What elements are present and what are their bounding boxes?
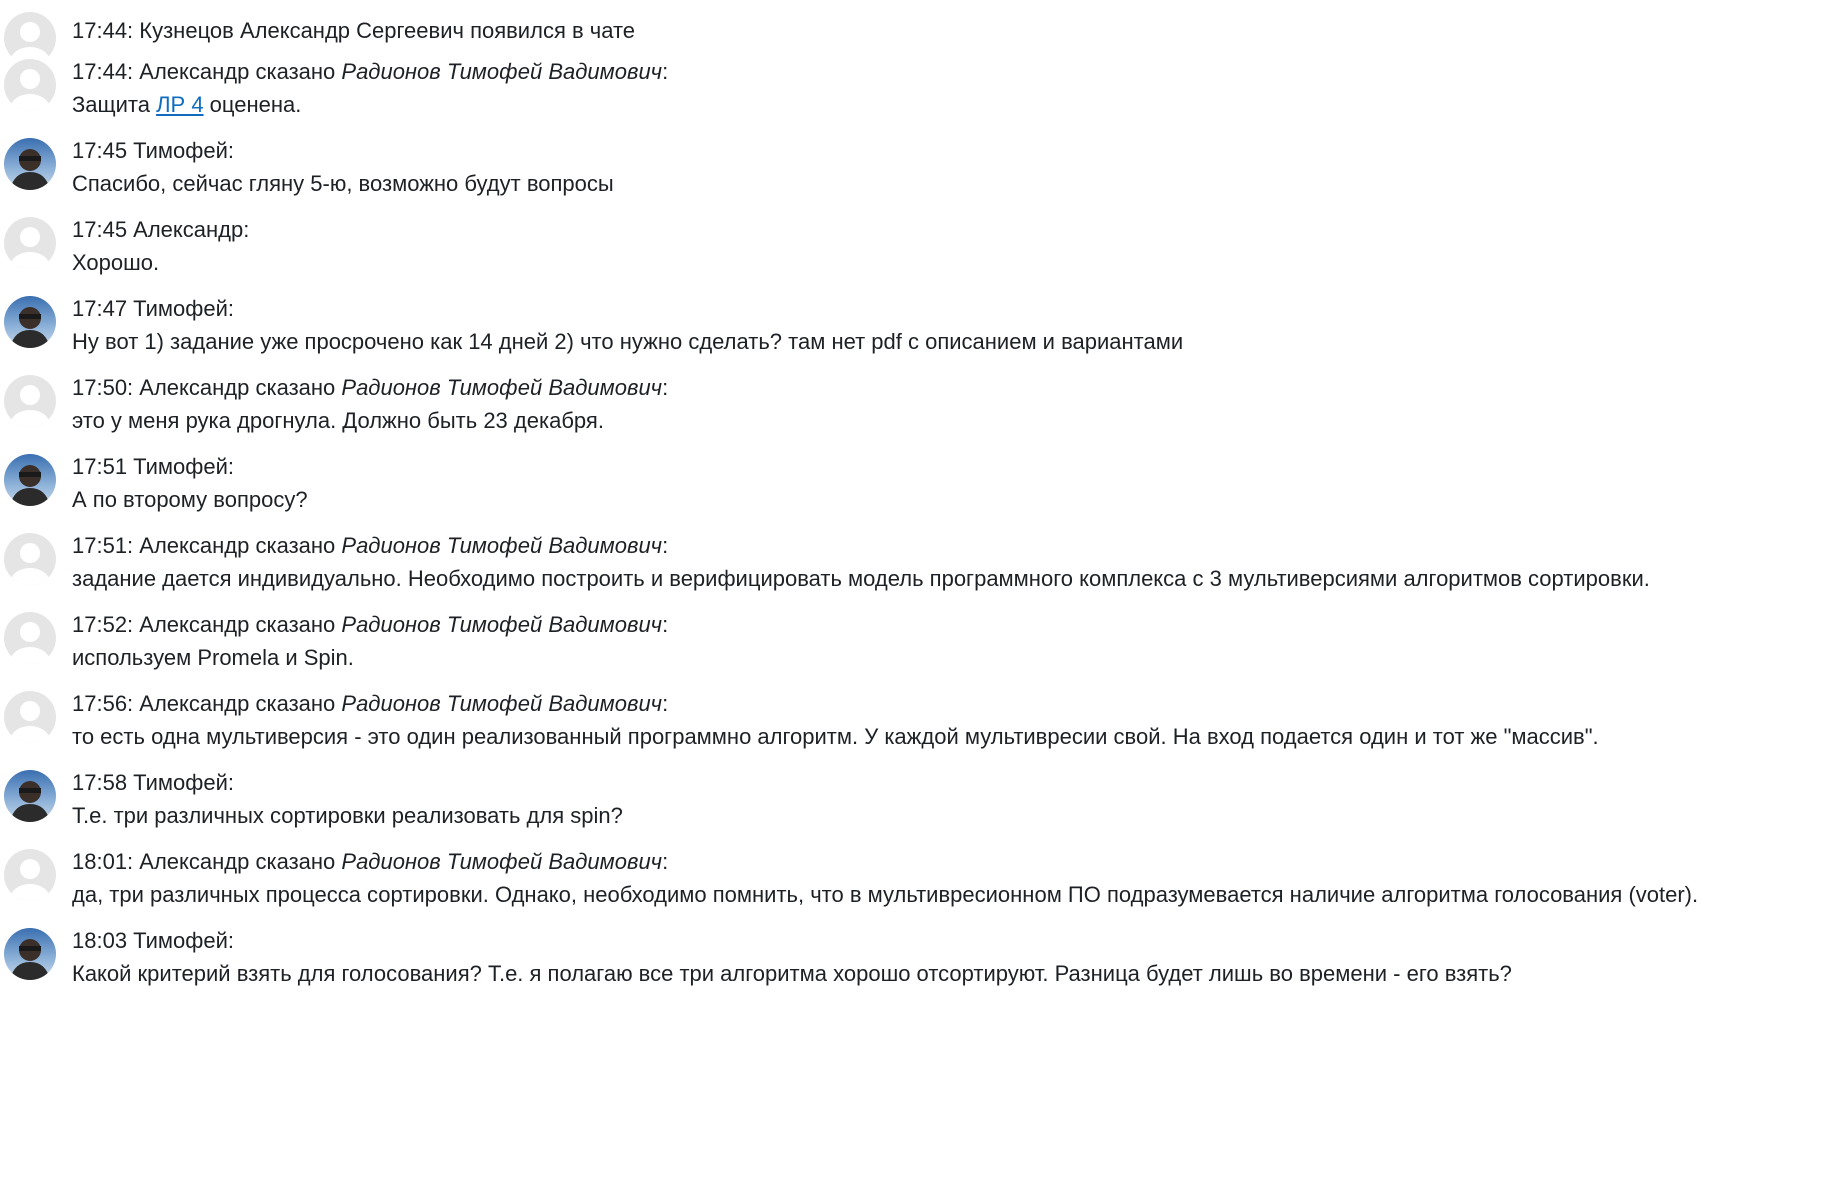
message-header: 17:47 Тимофей:: [72, 296, 235, 321]
message-header: 17:45 Тимофей:: [72, 138, 235, 163]
message-text: да, три различных процесса сортировки. О…: [72, 882, 1699, 907]
message-body: 17:51: Александр сказано Радионов Тимофе…: [72, 529, 1650, 595]
header-colon: :: [662, 849, 669, 874]
message-text: Какой критерий взять для голосования? Т.…: [72, 961, 1512, 986]
default-avatar-icon: [4, 691, 56, 743]
message-header-prefix: 18:01: Александр сказано: [72, 849, 342, 874]
default-avatar-icon: [4, 533, 56, 585]
message-header: 17:56: Александр сказано Радионов Тимофе…: [72, 687, 1599, 720]
message-header: 17:52: Александр сказано Радионов Тимофе…: [72, 608, 668, 641]
chat-message: 17:51 Тимофей: А по второму вопросу?: [0, 450, 1831, 529]
user-photo-avatar: [4, 770, 56, 822]
message-header: 17:44: Александр сказано Радионов Тимофе…: [72, 55, 668, 88]
header-colon: :: [662, 59, 669, 84]
message-header-prefix: 17:52: Александр сказано: [72, 612, 342, 637]
message-text: А по второму вопросу?: [72, 487, 308, 512]
message-body: 17:44: Александр сказано Радионов Тимофе…: [72, 55, 668, 121]
chat-message: 17:47 Тимофей: Ну вот 1) задание уже про…: [0, 292, 1831, 371]
chat-message: 17:44: Кузнецов Александр Сергеевич появ…: [0, 8, 1831, 64]
message-body: 18:01: Александр сказано Радионов Тимофе…: [72, 845, 1698, 911]
message-body: 17:58 Тимофей: Т.е. три различных сортир…: [72, 766, 623, 832]
message-text-before: Защита: [72, 92, 157, 117]
chat-message: 17:51: Александр сказано Радионов Тимофе…: [0, 529, 1831, 608]
header-colon: :: [662, 375, 669, 400]
addressee-name: Радионов Тимофей Вадимович: [341, 59, 663, 84]
message-header: 17:45 Александр:: [72, 217, 250, 242]
message-text: Т.е. три различных сортировки реализоват…: [72, 803, 623, 828]
chat-message: 18:01: Александр сказано Радионов Тимофе…: [0, 845, 1831, 924]
message-body: 17:50: Александр сказано Радионов Тимофе…: [72, 371, 668, 437]
message-header-prefix: 17:51: Александр сказано: [72, 533, 342, 558]
message-header: 18:01: Александр сказано Радионов Тимофе…: [72, 845, 1698, 878]
chat-message: 17:50: Александр сказано Радионов Тимофе…: [0, 371, 1831, 450]
message-header: 17:51 Тимофей:: [72, 454, 235, 479]
message-header-prefix: 17:44: Александр сказано: [72, 59, 342, 84]
user-photo-avatar: [4, 296, 56, 348]
message-text: используем Promela и Spin.: [72, 645, 354, 670]
addressee-name: Радионов Тимофей Вадимович: [341, 691, 663, 716]
user-photo-avatar: [4, 454, 56, 506]
message-text: Ну вот 1) задание уже просрочено как 14 …: [72, 329, 1184, 354]
message-header: 17:50: Александр сказано Радионов Тимофе…: [72, 371, 668, 404]
message-text: задание дается индивидуально. Необходимо…: [72, 566, 1650, 591]
chat-message: 17:58 Тимофей: Т.е. три различных сортир…: [0, 766, 1831, 845]
message-body: 18:03 Тимофей: Какой критерий взять для …: [72, 924, 1512, 990]
default-avatar-icon: [4, 849, 56, 901]
message-body: 17:44: Кузнецов Александр Сергеевич появ…: [72, 14, 635, 47]
default-avatar-icon: [4, 217, 56, 269]
message-body: 17:51 Тимофей: А по второму вопросу?: [72, 450, 308, 516]
message-header: 17:51: Александр сказано Радионов Тимофе…: [72, 529, 1650, 562]
message-text: Спасибо, сейчас гляну 5-ю, возможно буду…: [72, 171, 614, 196]
message-body: 17:56: Александр сказано Радионов Тимофе…: [72, 687, 1599, 753]
message-body: 17:45 Тимофей: Спасибо, сейчас гляну 5-ю…: [72, 134, 614, 200]
chat-log: 17:44: Кузнецов Александр Сергеевич появ…: [0, 0, 1831, 1003]
message-header: 17:58 Тимофей:: [72, 770, 235, 795]
chat-message: 17:45 Тимофей: Спасибо, сейчас гляну 5-ю…: [0, 134, 1831, 213]
default-avatar-icon: [4, 612, 56, 664]
message-body: 17:52: Александр сказано Радионов Тимофе…: [72, 608, 668, 674]
lab-work-link[interactable]: ЛР 4: [156, 92, 203, 117]
message-text: это у меня рука дрогнула. Должно быть 23…: [72, 408, 604, 433]
message-text: Хорошо.: [72, 250, 160, 275]
message-text: Защита ЛР 4 оценена.: [72, 88, 668, 121]
chat-message: 18:03 Тимофей: Какой критерий взять для …: [0, 924, 1831, 1003]
header-colon: :: [662, 533, 669, 558]
message-header-prefix: 17:50: Александр сказано: [72, 375, 342, 400]
chat-message: 17:44: Александр сказано Радионов Тимофе…: [0, 55, 1831, 134]
message-text: то есть одна мультиверсия - это один реа…: [72, 724, 1599, 749]
user-photo-avatar: [4, 138, 56, 190]
message-body: 17:47 Тимофей: Ну вот 1) задание уже про…: [72, 292, 1183, 358]
header-colon: :: [662, 612, 669, 637]
chat-message: 17:56: Александр сказано Радионов Тимофе…: [0, 687, 1831, 766]
addressee-name: Радионов Тимофей Вадимович: [341, 612, 663, 637]
chat-message: 17:45 Александр: Хорошо.: [0, 213, 1831, 292]
system-message-text: 17:44: Кузнецов Александр Сергеевич появ…: [72, 18, 636, 43]
message-header: 18:03 Тимофей:: [72, 928, 235, 953]
message-text-after: оценена.: [203, 92, 302, 117]
default-avatar-icon: [4, 375, 56, 427]
message-header-prefix: 17:56: Александр сказано: [72, 691, 342, 716]
addressee-name: Радионов Тимофей Вадимович: [341, 849, 663, 874]
user-photo-avatar: [4, 928, 56, 980]
addressee-name: Радионов Тимофей Вадимович: [341, 375, 663, 400]
header-colon: :: [662, 691, 669, 716]
message-body: 17:45 Александр: Хорошо.: [72, 213, 249, 279]
chat-message: 17:52: Александр сказано Радионов Тимофе…: [0, 608, 1831, 687]
default-avatar-icon: [4, 59, 56, 111]
addressee-name: Радионов Тимофей Вадимович: [341, 533, 663, 558]
